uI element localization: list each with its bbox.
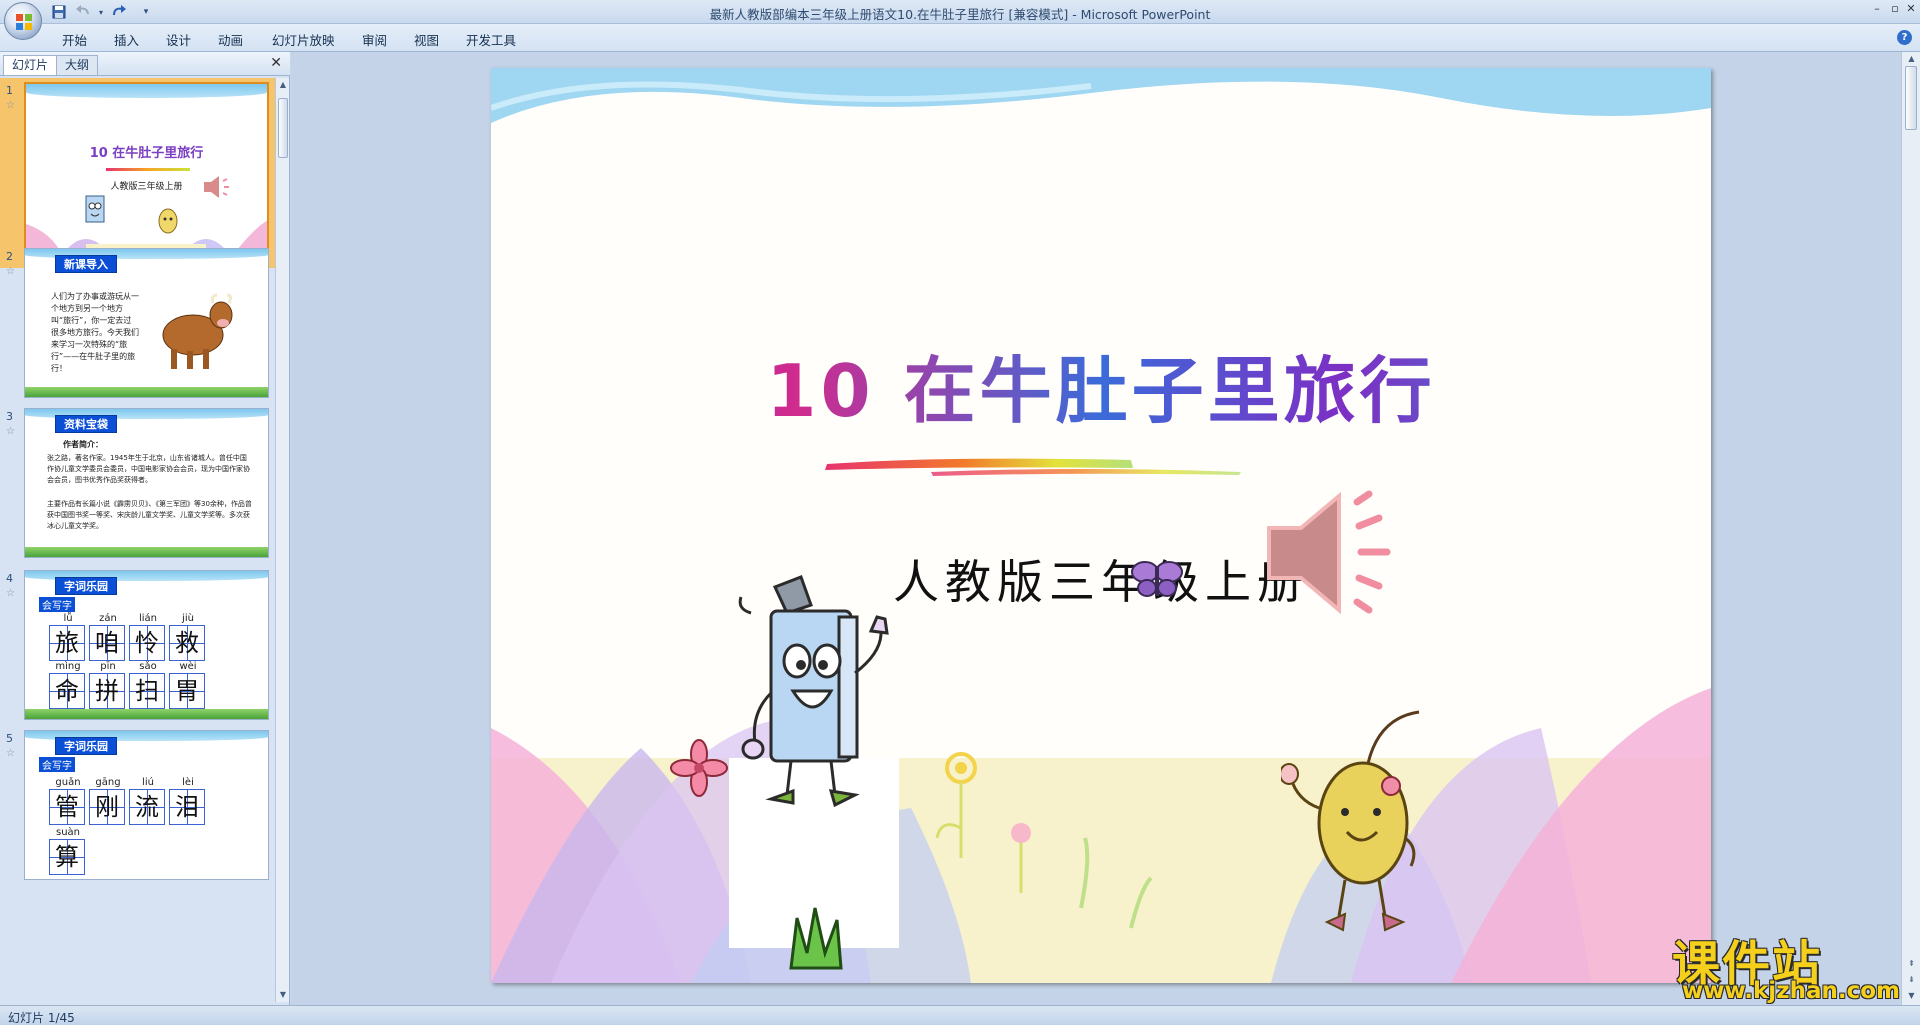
char-cell: wèi 胃: [169, 661, 207, 709]
editor-scrollbar[interactable]: ▲ ⇞ ⇟ ▼: [1901, 52, 1920, 1005]
thumb-preview: 资料宝袋 作者简介： 张之路，著名作家。1945年生于北京，山东省诸城人。曾任中…: [24, 408, 269, 558]
butterfly-icon: [1131, 561, 1183, 597]
tab-animations[interactable]: 动画: [218, 30, 243, 49]
animation-star-icon: ☆: [6, 426, 15, 437]
slide-number: 5: [6, 732, 13, 745]
char-cell: sǎo 扫: [129, 661, 167, 709]
thumb-badge: 会写字: [39, 757, 75, 772]
close-pane-icon[interactable]: ✕: [270, 55, 282, 71]
slides-pane: 幻灯片 大纲 ✕ 1 ☆ 10 在牛肚子里旅行 人教版三年级上册 2 ☆ 新课导…: [0, 52, 290, 1005]
thumb-heading: 作者简介：: [63, 440, 103, 449]
char-cell: mìng 命: [49, 661, 87, 709]
scroll-thumb[interactable]: [1905, 66, 1917, 130]
animation-star-icon: ☆: [6, 100, 15, 111]
office-logo-icon: [16, 14, 32, 30]
book-character-icon: [85, 195, 105, 223]
thumb-title: 10 在牛肚子里旅行: [89, 146, 204, 161]
thumb-body-text: 人们为了办事或游玩从一个地方到另一个地方叫“旅行”，你一定去过很多地方旅行。今天…: [51, 292, 139, 373]
status-bar: 幻灯片 1/45: [0, 1005, 1920, 1025]
tab-view[interactable]: 视图: [414, 30, 439, 49]
char-cell: suàn 算: [49, 827, 87, 875]
char-cell: gāng 刚: [89, 777, 127, 825]
char-cell: guǎn 管: [49, 777, 87, 825]
slide-number: 3: [6, 410, 13, 423]
petal-scene-decoration: [491, 688, 1711, 983]
prev-slide-icon[interactable]: ⇞: [1902, 957, 1920, 971]
current-slide[interactable]: 10 在牛肚子里旅行 人教版三年级上册: [491, 68, 1711, 983]
thumb-body-text: 张之路，著名作家。1945年生于北京，山东省诸城人。曾任中国作协儿童文学委员会委…: [47, 454, 250, 484]
ribbon-tabs: 开始 插入 设计 动画 幻灯片放映 审阅 视图 开发工具 ?: [0, 24, 1920, 52]
thumb-preview: 新课导入 人们为了办事或游玩从一个地方到另一个地方叫“旅行”，你一定去过很多地方…: [24, 248, 269, 398]
speaker-icon[interactable]: [1261, 488, 1401, 618]
title-bar: ▾ ▾ 最新人教版部编本三年级上册语文10.在牛肚子里旅行 [兼容模式] - M…: [0, 0, 1920, 24]
speaker-icon: [204, 176, 229, 198]
scroll-up-icon[interactable]: ▲: [1902, 52, 1920, 66]
thumb-tag: 新课导入: [55, 255, 117, 273]
bean-character-icon: [158, 208, 178, 234]
char-cell: jiù 救: [169, 613, 207, 661]
thumb-badge: 会写字: [39, 597, 75, 612]
slide-number: 2: [6, 250, 13, 263]
minimize-button[interactable]: –: [1868, 2, 1886, 16]
scroll-down-icon[interactable]: ▼: [276, 988, 290, 1002]
slide-thumb-5[interactable]: 5 ☆ 字词乐园 会写字 guǎn 管 gāng 刚 liú 流 lèi 泪 suàn 算: [0, 726, 276, 886]
bean-character-icon: [1281, 710, 1420, 932]
close-button[interactable]: ✕: [1902, 2, 1920, 16]
tab-slides[interactable]: 幻灯片: [3, 55, 58, 75]
tab-home[interactable]: 开始: [62, 30, 87, 49]
thumb-preview: 字词乐园 会写字 lǚ 旅 zán 咱 lián 怜 jiù 救 mìng 命 pīn 拼 …: [24, 570, 269, 720]
slide-thumb-4[interactable]: 4 ☆ 字词乐园 会写字 lǚ 旅 zán 咱 lián 怜 jiù 救 mìng 命 p…: [0, 566, 276, 726]
watermark-url: www.kjzhan.com: [1682, 978, 1900, 1004]
slide-thumb-2[interactable]: 2 ☆ 新课导入 人们为了办事或游玩从一个地方到另一个地方叫“旅行”，你一定去过…: [0, 244, 276, 404]
char-cell: lèi 泪: [169, 777, 207, 825]
tab-design[interactable]: 设计: [166, 30, 191, 49]
thumb-preview: 字词乐园 会写字 guǎn 管 gāng 刚 liú 流 lèi 泪 suàn 算: [24, 730, 269, 880]
thumb-tag: 字词乐园: [55, 577, 117, 595]
tab-insert[interactable]: 插入: [114, 30, 139, 49]
slide-thumb-3[interactable]: 3 ☆ 资料宝袋 作者简介： 张之路，著名作家。1945年生于北京，山东省诸城人…: [0, 404, 276, 566]
cow-icon: [162, 293, 233, 369]
help-icon[interactable]: ?: [1897, 30, 1912, 45]
animation-star-icon: ☆: [6, 748, 15, 759]
slide-number: 4: [6, 572, 13, 585]
tab-developer[interactable]: 开发工具: [466, 30, 516, 49]
tab-review[interactable]: 审阅: [362, 30, 387, 49]
tab-slideshow[interactable]: 幻灯片放映: [272, 30, 335, 49]
sky-wave-decoration: [491, 68, 1711, 123]
animation-star-icon: ☆: [6, 266, 15, 277]
book-character-icon: [738, 575, 889, 808]
char-cell: pīn 拼: [89, 661, 127, 709]
slide-title[interactable]: 10 在牛肚子里旅行: [491, 332, 1711, 437]
char-cell: zán 咱: [89, 613, 127, 661]
tab-outline[interactable]: 大纲: [56, 55, 99, 75]
scroll-down-icon[interactable]: ▼: [1902, 989, 1920, 1003]
slide-thumbnails: 1 ☆ 10 在牛肚子里旅行 人教版三年级上册 2 ☆ 新课导入 人们为了办事或…: [0, 78, 276, 1002]
slide-thumb-1[interactable]: 1 ☆ 10 在牛肚子里旅行 人教版三年级上册: [0, 78, 276, 268]
window-title: 最新人教版部编本三年级上册语文10.在牛肚子里旅行 [兼容模式] - Micro…: [709, 7, 1211, 22]
slide-number: 1: [6, 84, 13, 97]
char-cell: lǚ 旅: [49, 613, 87, 661]
char-cell: lián 怜: [129, 613, 167, 661]
thumbnails-scrollbar[interactable]: ▲ ▼: [275, 78, 289, 1002]
scroll-thumb[interactable]: [278, 98, 288, 158]
thumb-tag: 资料宝袋: [55, 415, 117, 433]
brush-stroke-decoration: [825, 458, 1241, 476]
next-slide-icon[interactable]: ⇟: [1902, 973, 1920, 987]
pane-tabs: 幻灯片 大纲 ✕: [0, 52, 290, 76]
thumb-tag: 字词乐园: [55, 737, 117, 755]
char-cell: liú 流: [129, 777, 167, 825]
scroll-up-icon[interactable]: ▲: [276, 78, 290, 92]
slide-subtitle[interactable]: 人教版三年级上册: [491, 546, 1711, 612]
animation-star-icon: ☆: [6, 588, 15, 599]
office-button[interactable]: [4, 2, 42, 40]
thumb-body-text: 主要作品有长篇小说《霹雳贝贝》、《第三军团》等30余种，作品曾获中国图书奖一等奖…: [47, 500, 252, 530]
slide-counter: 幻灯片 1/45: [8, 1011, 75, 1025]
thumb-preview: 10 在牛肚子里旅行 人教版三年级上册: [24, 82, 269, 266]
